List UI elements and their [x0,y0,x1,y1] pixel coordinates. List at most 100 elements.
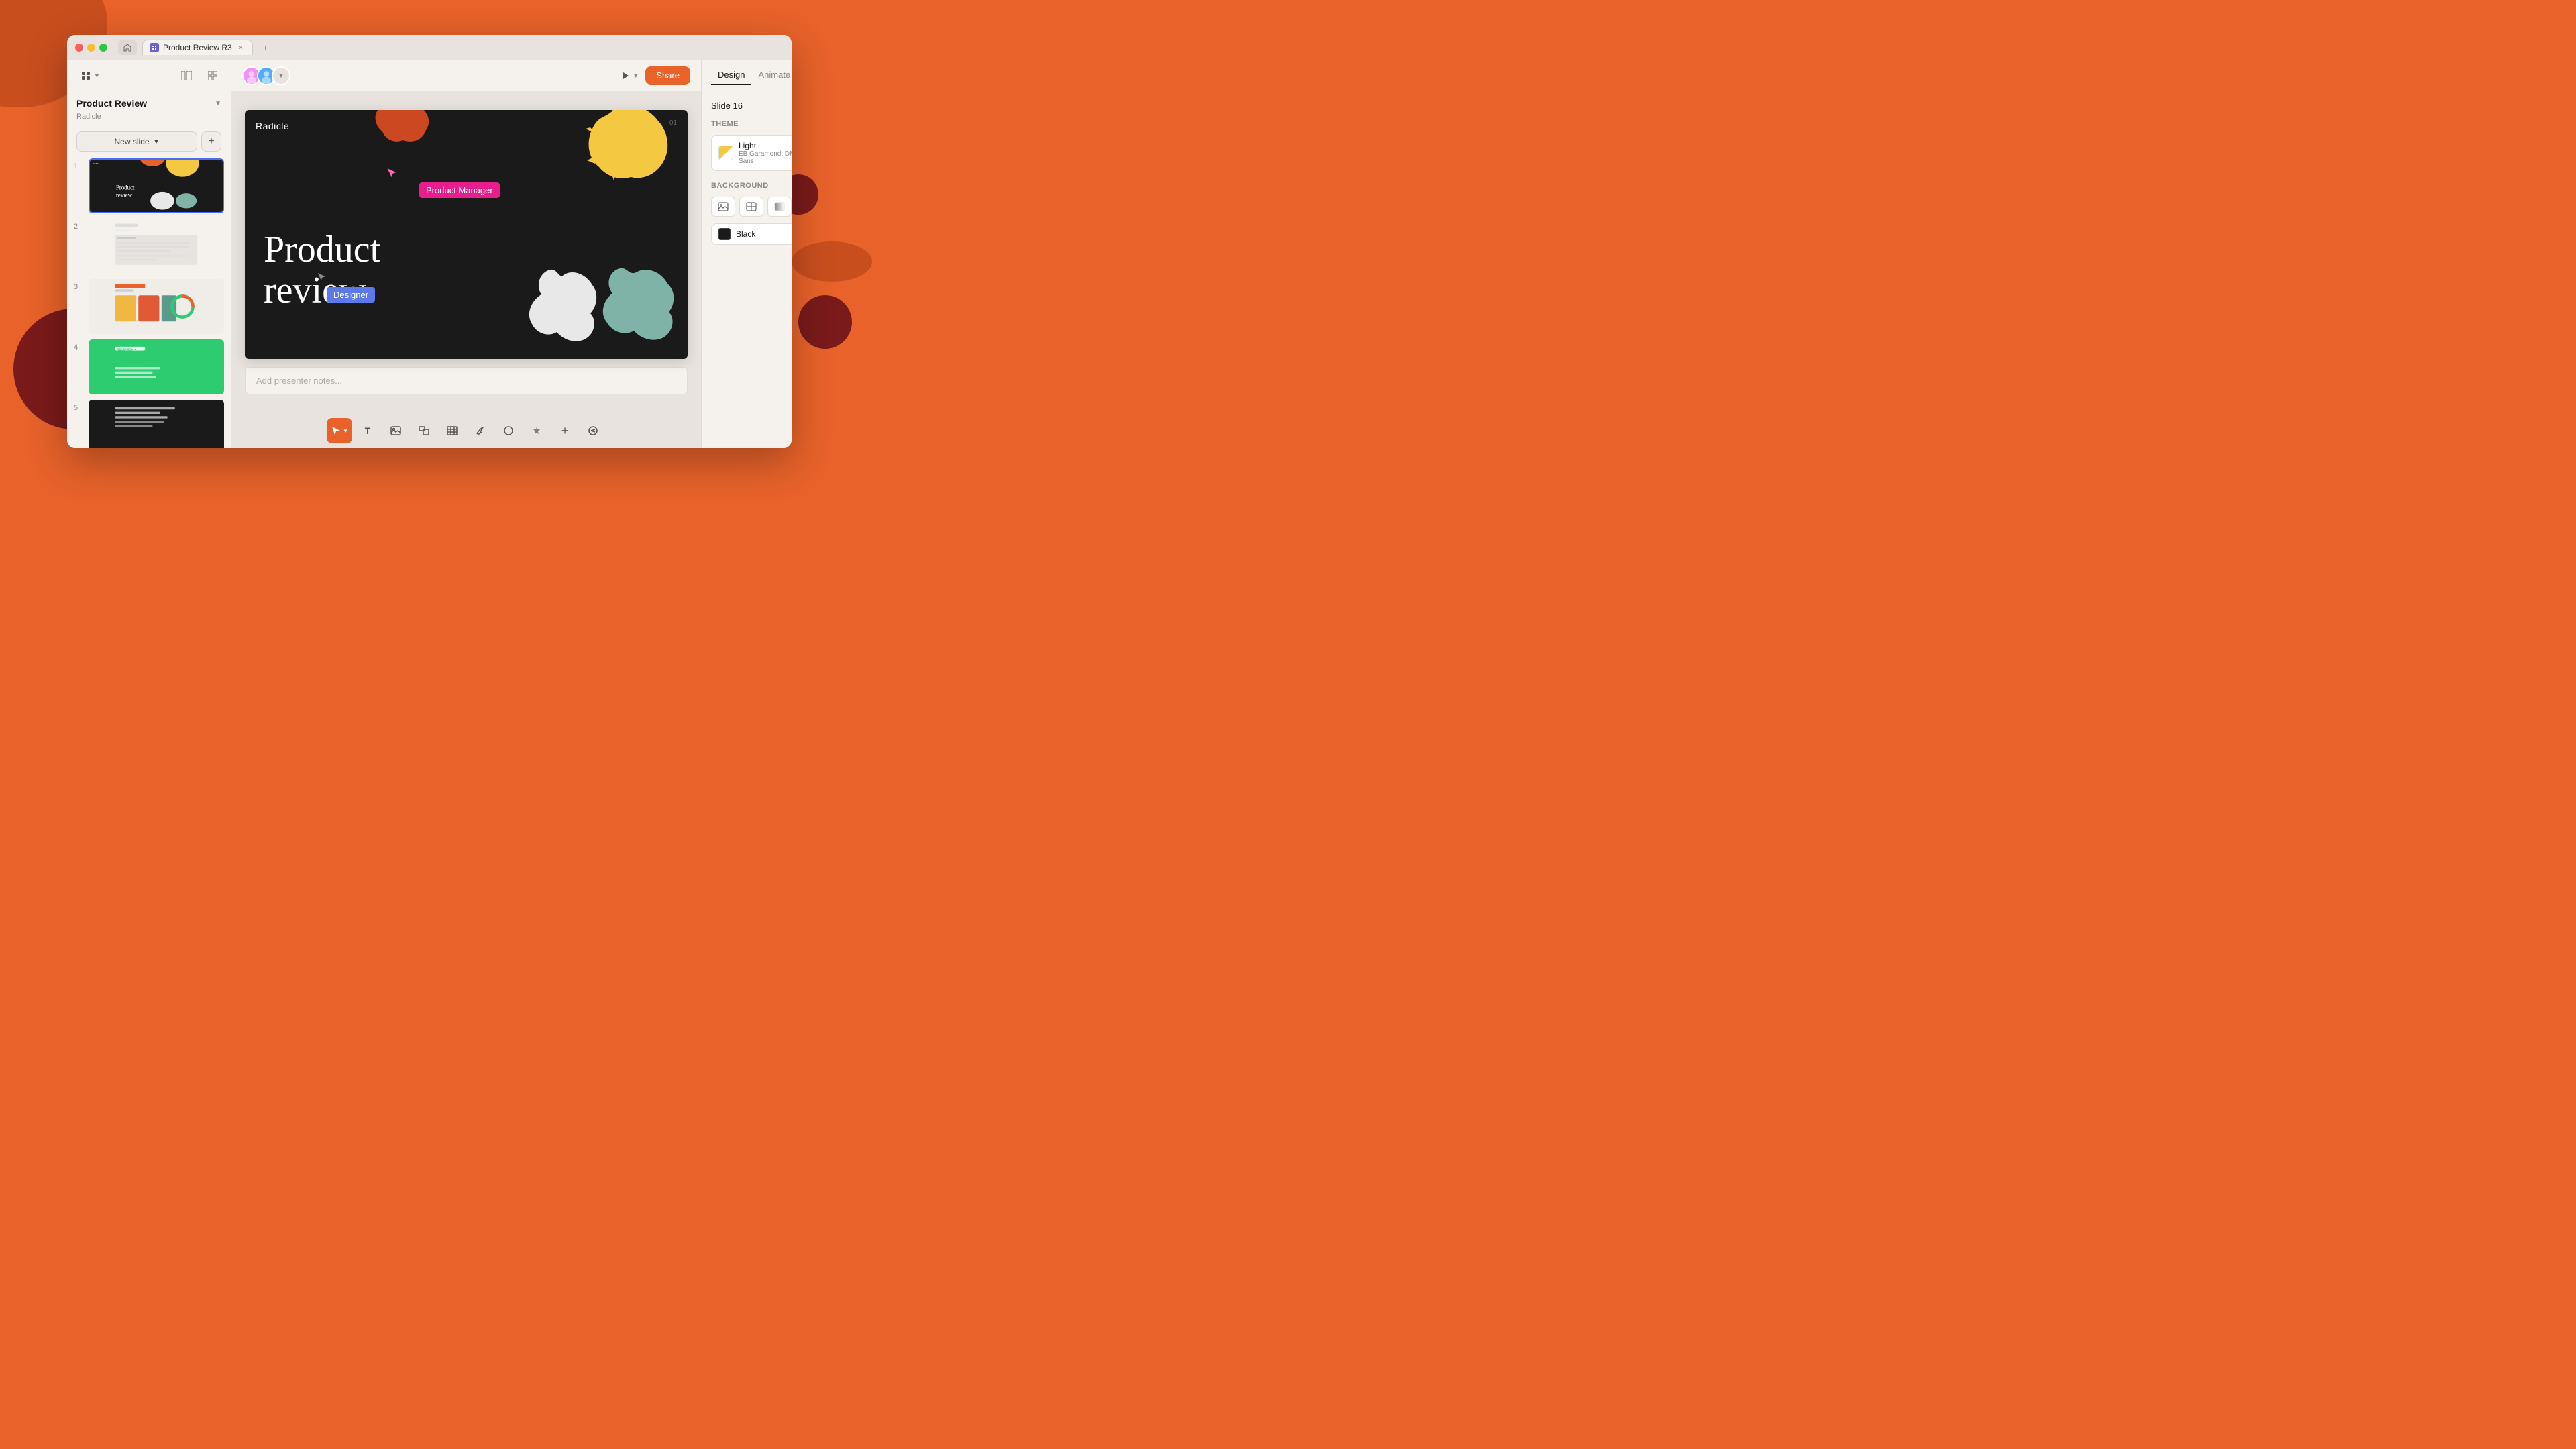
browser-window: Product Review R3 ✕ + ▼ [67,35,792,448]
add-slide-button[interactable]: + [201,131,221,152]
sidebar-toolbar: ▼ [67,60,231,91]
plus-icon: + [561,424,569,438]
theme-fonts: EB Garamond, DM Sans [739,150,792,165]
traffic-lights [75,44,107,52]
product-manager-badge: Product Manager [419,182,500,198]
svg-text:Product: Product [116,184,135,191]
avatar-dropdown[interactable]: ▼ [272,66,290,85]
sidebar: ▼ [67,60,231,448]
slide-item-3[interactable]: 3 [74,279,224,334]
new-slide-button[interactable]: New slide ▼ [76,131,197,152]
new-slide-label: New slide [115,137,150,146]
slide-label: Slide 16 [711,101,792,111]
background-image-options [711,197,792,217]
chevron-icon: ▼ [154,138,160,145]
presenter-notes-area[interactable]: Add presenter notes... [245,367,688,394]
bg-color-swatch [718,228,731,240]
grid-view-button[interactable] [203,68,223,83]
theme-name: Light [739,141,792,150]
ai-tool-button[interactable] [524,418,549,443]
view-switcher-button[interactable]: ▼ [75,68,105,84]
slides-list: 1 Radicle Product review [67,158,231,448]
right-panel: Design Animate 100% ▼ Slide 16 Theme Lig… [701,60,792,448]
bg-decoration-5 [792,241,872,282]
maximize-button[interactable] [99,44,107,52]
main-area: ▼ ▼ Share Radicle 01 [231,60,701,448]
play-button[interactable]: ▼ [615,68,645,83]
background-color-picker[interactable]: Black ▼ [711,223,792,245]
table-tool-button[interactable] [439,418,465,443]
presentation-title: Product Review [76,98,147,109]
bg-image-button[interactable] [711,197,735,217]
tab-icon [150,43,159,52]
presentation-subtitle: Radicle [67,113,231,127]
slide-logo: Radicle [256,121,289,131]
toolbar-left: ▼ [242,66,290,85]
group-tool-button[interactable] [411,418,437,443]
title-dropdown-icon[interactable]: ▼ [215,100,221,107]
chevron-down-icon: ▼ [94,72,100,79]
slide-thumbnail-2 [89,219,224,274]
play-chevron: ▼ [633,72,639,79]
background-section-label: Background [711,182,792,190]
grid-icon [80,70,91,81]
collaborator-avatars: ▼ [242,66,290,85]
title-bar: Product Review R3 ✕ + [67,35,792,60]
close-button[interactable] [75,44,83,52]
svg-text:RESEARCH +: RESEARCH + [117,347,136,351]
main-toolbar: ▼ ▼ Share [231,60,701,91]
theme-section-label: Theme [711,120,792,128]
select-tool-button[interactable]: ▼ [327,418,352,443]
slide-item-5[interactable]: 5 [74,400,224,448]
draw-tool-button[interactable] [468,418,493,443]
tab-design[interactable]: Design [711,66,751,85]
theme-swatch [718,146,733,160]
slide-number-5: 5 [74,404,83,412]
text-tool-button[interactable]: T [355,418,380,443]
home-button[interactable] [118,40,137,55]
slide-thumbnail-3 [89,279,224,334]
presenter-notes-placeholder: Add presenter notes... [256,376,342,386]
add-tool-button[interactable]: + [552,418,578,443]
image-tool-button[interactable] [383,418,409,443]
text-icon: T [365,425,371,436]
tab-title: Product Review R3 [163,43,232,52]
slide-canvas[interactable]: Radicle 01 [245,110,688,359]
bottom-toolbar: ▼ T [231,413,701,448]
more-tool-button[interactable] [580,418,606,443]
slide-thumbnail-4: RESEARCH + [89,339,224,394]
cursor-gray [316,270,327,284]
slide-thumbnail-1: Radicle Product review [89,158,224,213]
slide-number-2: 2 [74,223,83,231]
bg-gradient-button[interactable] [767,197,792,217]
panel-header: Design Animate 100% ▼ [702,60,792,91]
theme-info: Light EB Garamond, DM Sans [739,141,792,165]
bg-pattern-button[interactable] [739,197,763,217]
slide-number-4: 4 [74,343,83,352]
slide-item-4[interactable]: 4 RESEARCH + [74,339,224,394]
minimize-button[interactable] [87,44,95,52]
new-tab-button[interactable]: + [258,40,273,55]
shape-tool-button[interactable] [496,418,521,443]
orange-blob [352,110,439,170]
slide-number-3: 3 [74,283,83,291]
sidebar-toggle-button[interactable] [176,68,197,83]
sidebar-header: Product Review ▼ [67,91,231,113]
browser-tab[interactable]: Product Review R3 ✕ [142,40,253,55]
designer-badge: Designer [327,287,375,303]
new-slide-row: New slide ▼ + [67,127,231,158]
yellow-blob [553,110,674,211]
slide-text-line1: Product [264,229,380,271]
canvas-wrapper: Radicle 01 [231,91,701,413]
slide-item-1[interactable]: 1 Radicle Product review [74,158,224,213]
bg-color-name: Black [736,229,792,239]
tab-animate[interactable]: Animate [751,66,792,85]
svg-text:review: review [116,192,133,199]
app-area: ▼ [67,60,792,448]
slide-item-2[interactable]: 2 [74,219,224,274]
share-button[interactable]: Share [645,66,690,85]
slide-thumbnail-5 [89,400,224,448]
theme-selector[interactable]: Light EB Garamond, DM Sans ▼ [711,135,792,171]
tab-close-button[interactable]: ✕ [236,43,246,52]
teal-blob [594,265,681,345]
